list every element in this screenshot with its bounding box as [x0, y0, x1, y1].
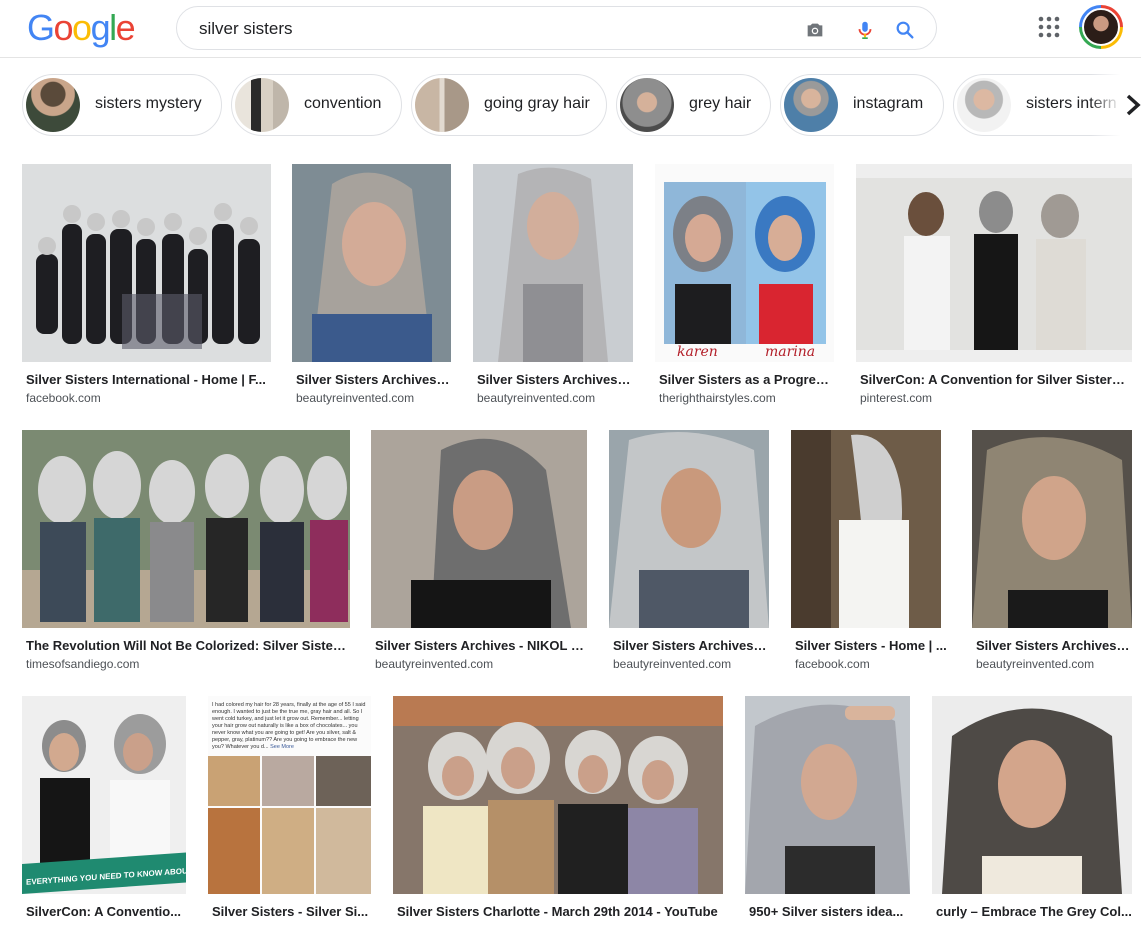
result-image: I had colored my hair for 28 years, fina…: [208, 696, 371, 894]
result-title: Silver Sisters International - Home | F.…: [26, 372, 266, 387]
result-image: [22, 164, 271, 362]
post-text: I had colored my hair for 28 years, fina…: [212, 702, 366, 751]
result-source: beautyreinvented.com: [976, 657, 1095, 671]
post-body: I had colored my hair for 28 years, fina…: [212, 702, 366, 750]
logo-letter: g: [90, 7, 111, 48]
result-tile[interactable]: Silver Sisters - Home | ... facebook.com: [791, 430, 951, 676]
result-image: EVERYTHING YOU NEED TO KNOW ABOUT: [22, 696, 186, 894]
result-tile[interactable]: The Revolution Will Not Be Colorized: Si…: [22, 430, 350, 676]
chip-thumbnail: [620, 78, 674, 132]
result-image: [371, 430, 587, 628]
result-tile[interactable]: Silver Sisters Archives - NIKOL J... bea…: [371, 430, 588, 676]
logo-letter: o: [53, 7, 74, 48]
result-source: beautyreinvented.com: [477, 391, 596, 405]
result-title: Silver Sisters Charlotte - March 29th 20…: [397, 904, 718, 919]
result-image: [856, 164, 1132, 362]
result-title: curly – Embrace The Grey Col...: [936, 904, 1132, 919]
result-title: 950+ Silver sisters idea...: [749, 904, 904, 919]
result-source: therighthairstyles.com: [659, 391, 776, 405]
result-tile[interactable]: EVERYTHING YOU NEED TO KNOW ABOUT Silver…: [22, 696, 187, 925]
result-source: pinterest.com: [860, 391, 933, 405]
result-title: SilverCon: A Convention for Silver Siste…: [860, 372, 1130, 387]
chip-label: convention: [304, 95, 382, 112]
logo-letter: o: [72, 7, 92, 48]
chip-thumbnail: [957, 78, 1011, 132]
result-source: facebook.com: [795, 657, 870, 671]
image-caption-karen: karen: [677, 344, 718, 360]
result-tile[interactable]: Silver Sisters Charlotte - March 29th 20…: [393, 696, 724, 925]
chip-convention[interactable]: convention: [231, 74, 402, 136]
result-title: SilverCon: A Conventio...: [26, 904, 182, 919]
result-image: [972, 430, 1132, 628]
result-tile[interactable]: I had colored my hair for 28 years, fina…: [208, 696, 372, 925]
result-image: [473, 164, 633, 362]
search-input[interactable]: [199, 17, 759, 41]
result-title: Silver Sisters Archives ...: [296, 372, 450, 387]
result-source: beautyreinvented.com: [296, 391, 415, 405]
search-icon[interactable]: [894, 19, 916, 41]
result-source: beautyreinvented.com: [613, 657, 732, 671]
logo-letter: e: [115, 7, 136, 48]
result-title: Silver Sisters Archives - NIKOL J...: [375, 638, 585, 653]
result-source: beautyreinvented.com: [375, 657, 494, 671]
result-tile[interactable]: SilverCon: A Convention for Silver Siste…: [856, 164, 1132, 408]
result-tile[interactable]: Silver Sisters Archives ... beautyreinve…: [609, 430, 769, 676]
result-title: Silver Sisters Archives ...: [477, 372, 631, 387]
camera-icon[interactable]: [804, 19, 826, 41]
result-tile[interactable]: curly – Embrace The Grey Col...: [932, 696, 1132, 925]
search-box[interactable]: [176, 6, 937, 50]
chip-instagram[interactable]: instagram: [780, 74, 944, 136]
result-tile[interactable]: Silver Sisters Archives ... beautyreinve…: [473, 164, 633, 408]
chip-label: instagram: [853, 95, 924, 112]
result-title: Silver Sisters - Silver Si...: [212, 904, 369, 919]
result-image: [292, 164, 451, 362]
chip-thumbnail: [415, 78, 469, 132]
result-image: [609, 430, 769, 628]
result-image: [393, 696, 723, 894]
result-title: Silver Sisters Archives ...: [613, 638, 767, 653]
result-tile[interactable]: 950+ Silver sisters idea...: [745, 696, 910, 925]
chip-label: grey hair: [689, 95, 752, 112]
logo-letter: G: [27, 7, 55, 48]
avatar-photo: [1082, 8, 1120, 46]
result-image: karen marina: [655, 164, 834, 362]
result-source: timesofsandiego.com: [26, 657, 140, 671]
chip-thumbnail: [784, 78, 838, 132]
result-image: [791, 430, 941, 628]
chip-label: going gray hair: [484, 95, 590, 112]
result-image: [745, 696, 910, 894]
chip-thumbnail: [235, 78, 289, 132]
result-image: [932, 696, 1132, 894]
result-tile[interactable]: Silver Sisters International - Home | F.…: [22, 164, 271, 408]
google-logo[interactable]: Google: [27, 7, 136, 48]
result-tile[interactable]: Silver Sisters Archives ... beautyreinve…: [292, 164, 452, 408]
result-title: Silver Sisters as a Progress...: [659, 372, 833, 387]
result-image: [22, 430, 350, 628]
chip-grey-hair[interactable]: grey hair: [616, 74, 771, 136]
chip-label: sisters mystery: [95, 95, 202, 112]
apps-grid-icon[interactable]: [1038, 16, 1060, 38]
microphone-icon[interactable]: [854, 19, 876, 41]
result-source: facebook.com: [26, 391, 101, 405]
chip-thumbnail: [26, 78, 80, 132]
result-title: Silver Sisters - Home | ...: [795, 638, 947, 653]
result-tile[interactable]: karen marina Silver Sisters as a Progres…: [655, 164, 835, 408]
account-avatar[interactable]: [1079, 5, 1123, 49]
result-title: Silver Sisters Archives ...: [976, 638, 1130, 653]
image-caption-marina: marina: [765, 344, 816, 360]
chip-going-gray-hair[interactable]: going gray hair: [411, 74, 607, 136]
result-title: The Revolution Will Not Be Colorized: Si…: [26, 638, 348, 653]
result-tile[interactable]: Silver Sisters Archives ... beautyreinve…: [972, 430, 1132, 676]
chip-sisters-mystery[interactable]: sisters mystery: [22, 74, 222, 136]
chevron-right-icon[interactable]: [1124, 90, 1141, 120]
see-more-link: See More: [270, 744, 294, 750]
top-bar: Google: [0, 0, 1141, 58]
